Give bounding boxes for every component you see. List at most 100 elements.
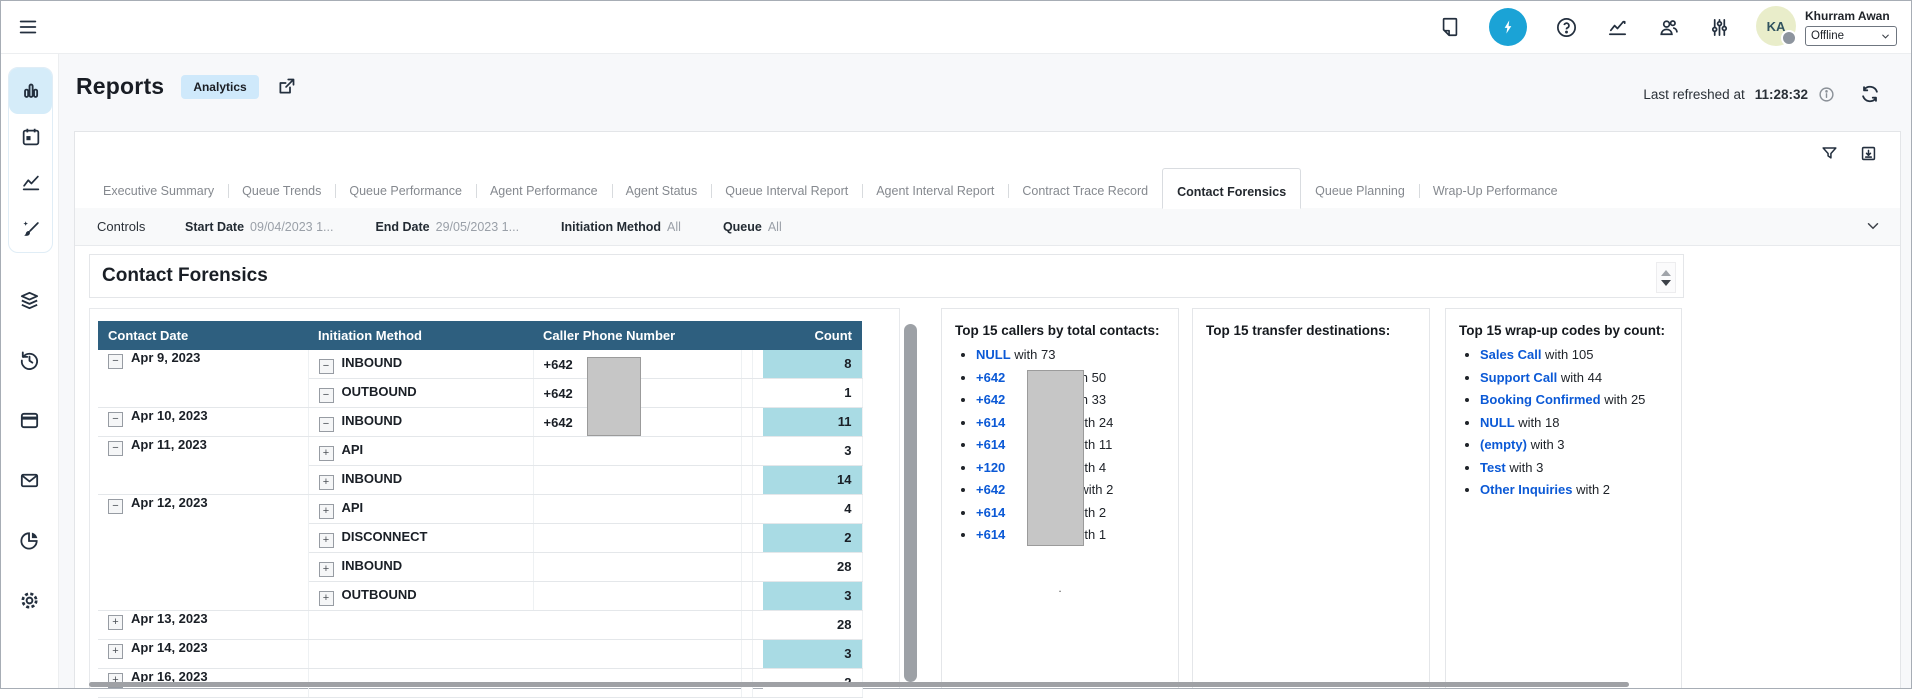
sidebar-item-history[interactable] xyxy=(18,349,41,372)
control-end-date[interactable]: End Date29/05/2023 1... xyxy=(375,220,519,234)
agents-icon[interactable] xyxy=(1656,15,1680,39)
control-start-date[interactable]: Start Date09/04/2023 1... xyxy=(185,220,333,234)
section-stepper[interactable] xyxy=(1656,262,1676,293)
last-refreshed-time: 11:28:32 xyxy=(1755,87,1808,102)
collapse-icon[interactable]: − xyxy=(108,354,123,369)
method-cell: +INBOUND xyxy=(308,466,533,495)
collapse-icon[interactable]: − xyxy=(108,499,123,514)
sidebar-item-design[interactable] xyxy=(9,206,52,252)
wrapup-link[interactable]: (empty) xyxy=(1480,437,1527,452)
phone-cell xyxy=(533,466,741,495)
expand-icon[interactable]: + xyxy=(108,644,123,659)
metrics-icon[interactable] xyxy=(1605,15,1629,39)
col-caller-phone[interactable]: Caller Phone Number xyxy=(533,321,741,350)
stepper-down-icon[interactable] xyxy=(1661,280,1671,286)
expand-icon[interactable]: + xyxy=(319,504,334,519)
window-icon xyxy=(18,409,41,432)
method-cell: +OUTBOUND xyxy=(308,582,533,611)
stepper-up-icon[interactable] xyxy=(1661,270,1671,276)
preferences-icon[interactable] xyxy=(1707,15,1731,39)
table-vertical-scrollbar[interactable] xyxy=(904,324,917,682)
collapse-icon[interactable]: − xyxy=(319,359,334,374)
status-select[interactable]: Offline xyxy=(1805,26,1897,46)
count-cell: 11 xyxy=(752,408,862,437)
controls-collapse-chevron-icon[interactable] xyxy=(1864,217,1882,235)
sidebar-item-settings[interactable] xyxy=(18,589,41,612)
date-cell: −Apr 10, 2023 xyxy=(98,408,308,437)
expand-icon[interactable]: + xyxy=(319,446,334,461)
expand-icon[interactable]: + xyxy=(108,615,123,630)
tab-queue-interval-report[interactable]: Queue Interval Report xyxy=(711,174,862,208)
col-initiation-method[interactable]: Initiation Method xyxy=(308,321,533,350)
tab-queue-trends[interactable]: Queue Trends xyxy=(228,174,335,208)
expand-icon[interactable]: + xyxy=(319,591,334,606)
horizontal-scrollbar[interactable] xyxy=(89,682,1629,687)
control-initiation-method[interactable]: Initiation MethodAll xyxy=(561,220,681,234)
chevron-down-icon xyxy=(1880,31,1891,42)
calendar-icon xyxy=(20,126,42,148)
expand-icon[interactable]: + xyxy=(319,533,334,548)
wrapup-link[interactable]: Booking Confirmed xyxy=(1480,392,1601,407)
flash-icon[interactable] xyxy=(1489,8,1527,46)
collapse-icon[interactable]: − xyxy=(319,417,334,432)
count-cell: 3 xyxy=(752,582,862,611)
wrapup-codes-panel: Top 15 wrap-up codes by count: Sales Cal… xyxy=(1445,308,1682,688)
status-value: Offline xyxy=(1811,30,1844,42)
wrapup-link[interactable]: Support Call xyxy=(1480,370,1557,385)
history-icon xyxy=(18,349,41,372)
collapse-icon[interactable]: − xyxy=(108,441,123,456)
wrapup-link[interactable]: NULL xyxy=(1480,415,1515,430)
notes-icon[interactable] xyxy=(1438,15,1462,39)
sidebar-item-trends[interactable] xyxy=(9,160,52,206)
tab-wrap-up-performance[interactable]: Wrap-Up Performance xyxy=(1419,174,1572,208)
wrapup-list-item: Other Inquiries with 2 xyxy=(1480,483,1681,497)
phone-cell xyxy=(533,495,741,524)
phone-cell xyxy=(533,582,741,611)
col-count[interactable]: Count xyxy=(752,321,862,350)
tab-agent-status[interactable]: Agent Status xyxy=(612,174,712,208)
wrapup-link[interactable]: Sales Call xyxy=(1480,347,1541,362)
tab-agent-interval-report[interactable]: Agent Interval Report xyxy=(862,174,1008,208)
download-icon[interactable] xyxy=(1859,144,1878,163)
control-queue[interactable]: QueueAll xyxy=(723,220,782,234)
sidebar-item-mail[interactable] xyxy=(18,469,41,492)
sidebar-item-reports[interactable] xyxy=(9,68,52,114)
col-contact-date[interactable]: Contact Date xyxy=(98,321,308,350)
tab-queue-planning[interactable]: Queue Planning xyxy=(1301,174,1419,208)
expand-icon[interactable]: + xyxy=(319,475,334,490)
expand-icon[interactable]: + xyxy=(319,562,334,577)
help-icon[interactable] xyxy=(1554,15,1578,39)
hamburger-menu-icon[interactable] xyxy=(17,16,39,38)
count-cell: 4 xyxy=(752,495,862,524)
caller-link[interactable]: NULL xyxy=(976,347,1011,362)
wrapup-link[interactable]: Test xyxy=(1480,460,1506,475)
info-icon[interactable] xyxy=(1818,86,1835,103)
wrapup-codes-list: Sales Call with 105Support Call with 44B… xyxy=(1480,348,1681,497)
tab-executive-summary[interactable]: Executive Summary xyxy=(89,174,228,208)
refresh-icon[interactable] xyxy=(1859,83,1881,105)
collapse-icon[interactable]: − xyxy=(319,388,334,403)
table-row: −Apr 10, 2023−INBOUND+64211 xyxy=(98,408,862,437)
phone-cell xyxy=(533,553,741,582)
bar-chart-icon xyxy=(20,80,42,102)
sidebar-item-window[interactable] xyxy=(18,409,41,432)
sidebar xyxy=(1,53,59,688)
table-row: −Apr 12, 2023+API4 xyxy=(98,495,862,524)
transfer-destinations-panel: Top 15 transfer destinations: xyxy=(1192,308,1430,688)
pie-chart-icon xyxy=(18,529,41,552)
method-cell: −OUTBOUND xyxy=(308,379,533,408)
avatar[interactable]: KA xyxy=(1756,6,1796,46)
tab-agent-performance[interactable]: Agent Performance xyxy=(476,174,612,208)
tab-contract-trace-record[interactable]: Contract Trace Record xyxy=(1008,174,1162,208)
sidebar-item-pie-chart[interactable] xyxy=(18,529,41,552)
filter-icon[interactable] xyxy=(1820,144,1839,163)
method-cell: −INBOUND xyxy=(308,408,533,437)
tab-contact-forensics[interactable]: Contact Forensics xyxy=(1162,168,1301,209)
wrapup-link[interactable]: Other Inquiries xyxy=(1480,482,1572,497)
sidebar-item-layers[interactable] xyxy=(18,289,41,312)
open-in-new-icon[interactable] xyxy=(276,76,297,97)
report-tabs: Executive SummaryQueue TrendsQueue Perfo… xyxy=(89,174,1900,209)
collapse-icon[interactable]: − xyxy=(108,412,123,427)
sidebar-item-calendar[interactable] xyxy=(9,114,52,160)
tab-queue-performance[interactable]: Queue Performance xyxy=(335,174,476,208)
